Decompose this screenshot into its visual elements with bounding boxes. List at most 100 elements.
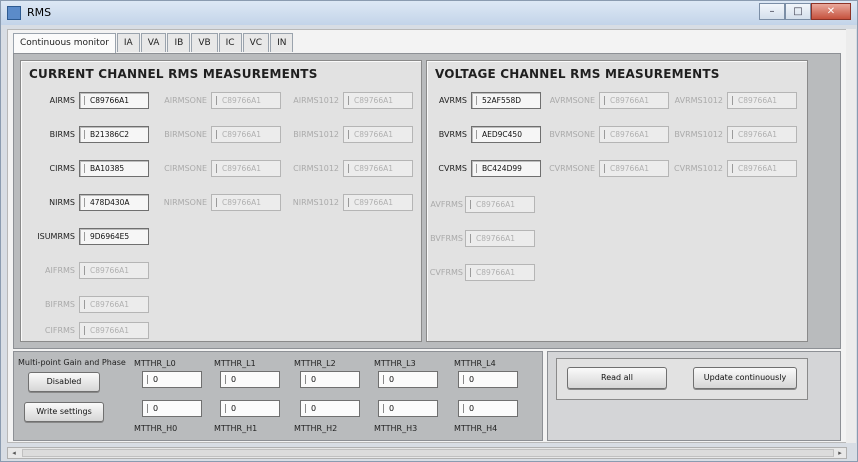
bvrms1012-field: C89766A1 bbox=[727, 126, 797, 143]
mtthr-l3-label: MTTHR_L3 bbox=[374, 359, 416, 368]
cvrms1012-label: CVRMS1012 bbox=[674, 164, 723, 173]
birms1012-field: C89766A1 bbox=[343, 126, 413, 143]
voltage-channel-panel: VOLTAGE CHANNEL RMS MEASUREMENTS AVRMS 5… bbox=[426, 60, 808, 342]
cvrmsone-field: C89766A1 bbox=[599, 160, 669, 177]
cvfrms-label: CVFRMS bbox=[429, 268, 463, 277]
mtthr-h3-field[interactable]: 0 bbox=[378, 400, 438, 417]
cvrms-label: CVRMS bbox=[438, 164, 467, 173]
cirms-label: CIRMS bbox=[49, 164, 75, 173]
mtthr-l1-field[interactable]: 0 bbox=[220, 371, 280, 388]
gain-phase-panel: Multi-point Gain and Phase Disabled Writ… bbox=[13, 351, 543, 441]
mtthr-l4-label: MTTHR_L4 bbox=[454, 359, 496, 368]
title-bar[interactable]: RMS – □ ✕ bbox=[1, 1, 857, 25]
mtthr-h3-label: MTTHR_H3 bbox=[374, 424, 418, 433]
bvrmsone-field: C89766A1 bbox=[599, 126, 669, 143]
bvfrms-field: C89766A1 bbox=[465, 230, 535, 247]
cirms1012-label: CIRMS1012 bbox=[293, 164, 339, 173]
airms-field[interactable]: C89766A1 bbox=[79, 92, 149, 109]
update-continuously-button[interactable]: Update continuously bbox=[693, 367, 797, 389]
minimize-icon[interactable]: – bbox=[759, 3, 785, 20]
birms1012-label: BIRMS1012 bbox=[293, 130, 339, 139]
aifrms-field: C89766A1 bbox=[79, 262, 149, 279]
scroll-right-icon[interactable]: ▸ bbox=[834, 448, 846, 458]
close-icon[interactable]: ✕ bbox=[811, 3, 851, 20]
nirms1012-field: C89766A1 bbox=[343, 194, 413, 211]
tab-va[interactable]: VA bbox=[140, 33, 167, 52]
cvrms-field[interactable]: BC424D99 bbox=[471, 160, 541, 177]
app-icon bbox=[7, 6, 21, 20]
birmsone-label: BIRMSONE bbox=[164, 130, 207, 139]
app-window: RMS – □ ✕ Continuous monitor IA VA IB VB… bbox=[0, 0, 858, 462]
avrmsone-label: AVRMSONE bbox=[549, 96, 595, 105]
gain-phase-title: Multi-point Gain and Phase bbox=[18, 358, 126, 367]
horizontal-scrollbar[interactable]: ◂ ▸ bbox=[7, 447, 847, 459]
mtthr-l1-label: MTTHR_L1 bbox=[214, 359, 256, 368]
bvrms1012-label: BVRMS1012 bbox=[674, 130, 723, 139]
mtthr-l0-label: MTTHR_L0 bbox=[134, 359, 176, 368]
tab-in[interactable]: IN bbox=[270, 33, 294, 52]
avrms1012-field: C89766A1 bbox=[727, 92, 797, 109]
scroll-left-icon[interactable]: ◂ bbox=[8, 448, 20, 458]
birms-field[interactable]: B21386C2 bbox=[79, 126, 149, 143]
birms-label: BIRMS bbox=[49, 130, 75, 139]
avfrms-field: C89766A1 bbox=[465, 196, 535, 213]
mtthr-h2-field[interactable]: 0 bbox=[300, 400, 360, 417]
nirmsone-field: C89766A1 bbox=[211, 194, 281, 211]
birmsone-field: C89766A1 bbox=[211, 126, 281, 143]
avfrms-label: AVFRMS bbox=[430, 200, 463, 209]
bvrms-field[interactable]: AED9C450 bbox=[471, 126, 541, 143]
cvrmsone-label: CVRMSONE bbox=[549, 164, 595, 173]
airms-label: AIRMS bbox=[49, 96, 75, 105]
bifrms-label: BIFRMS bbox=[45, 300, 75, 309]
nirms-field[interactable]: 478D430A bbox=[79, 194, 149, 211]
bvrmsone-label: BVRMSONE bbox=[549, 130, 595, 139]
tab-vb[interactable]: VB bbox=[191, 33, 218, 52]
airmsone-label: AIRMSONE bbox=[164, 96, 207, 105]
nirmsone-label: NIRMSONE bbox=[163, 198, 207, 207]
mtthr-h1-label: MTTHR_H1 bbox=[214, 424, 258, 433]
cirmsone-field: C89766A1 bbox=[211, 160, 281, 177]
actions-inner-panel: Read all Update continuously bbox=[556, 358, 808, 400]
mtthr-h2-label: MTTHR_H2 bbox=[294, 424, 338, 433]
mtthr-h0-field[interactable]: 0 bbox=[142, 400, 202, 417]
mtthr-l0-field[interactable]: 0 bbox=[142, 371, 202, 388]
mtthr-l2-field[interactable]: 0 bbox=[300, 371, 360, 388]
scroll-thumb[interactable] bbox=[22, 449, 834, 457]
avrms-label: AVRMS bbox=[439, 96, 467, 105]
nirms-label: NIRMS bbox=[49, 198, 75, 207]
airmsone-field: C89766A1 bbox=[211, 92, 281, 109]
bifrms-field: C89766A1 bbox=[79, 296, 149, 313]
current-panel-title: CURRENT CHANNEL RMS MEASUREMENTS bbox=[29, 67, 318, 81]
cifrms-field: C89766A1 bbox=[79, 322, 149, 339]
mtthr-l4-field[interactable]: 0 bbox=[458, 371, 518, 388]
mtthr-h4-field[interactable]: 0 bbox=[458, 400, 518, 417]
read-all-button[interactable]: Read all bbox=[567, 367, 667, 389]
vertical-scrollbar[interactable] bbox=[846, 29, 856, 443]
tab-content: CURRENT CHANNEL RMS MEASUREMENTS AIRMS C… bbox=[13, 53, 841, 349]
cvfrms-field: C89766A1 bbox=[465, 264, 535, 281]
avrms1012-label: AVRMS1012 bbox=[674, 96, 723, 105]
maximize-icon[interactable]: □ bbox=[785, 3, 811, 20]
avrms-field[interactable]: 52AF558D bbox=[471, 92, 541, 109]
mtthr-h4-label: MTTHR_H4 bbox=[454, 424, 498, 433]
window-title: RMS bbox=[27, 6, 52, 19]
tab-ib[interactable]: IB bbox=[167, 33, 191, 52]
window-controls: – □ ✕ bbox=[759, 3, 851, 21]
tab-continuous-monitor[interactable]: Continuous monitor bbox=[13, 33, 116, 54]
tab-vc[interactable]: VC bbox=[242, 33, 270, 52]
isumrms-field[interactable]: 9D6964E5 bbox=[79, 228, 149, 245]
bvrms-label: BVRMS bbox=[438, 130, 467, 139]
cvrms1012-field: C89766A1 bbox=[727, 160, 797, 177]
disabled-button[interactable]: Disabled bbox=[28, 372, 100, 392]
avrmsone-field: C89766A1 bbox=[599, 92, 669, 109]
tab-ic[interactable]: IC bbox=[218, 33, 242, 52]
cirms-field[interactable]: BA10385 bbox=[79, 160, 149, 177]
mtthr-h0-label: MTTHR_H0 bbox=[134, 424, 178, 433]
mtthr-l3-field[interactable]: 0 bbox=[378, 371, 438, 388]
voltage-panel-title: VOLTAGE CHANNEL RMS MEASUREMENTS bbox=[435, 67, 720, 81]
write-settings-button[interactable]: Write settings bbox=[24, 402, 104, 422]
mtthr-h1-field[interactable]: 0 bbox=[220, 400, 280, 417]
current-channel-panel: CURRENT CHANNEL RMS MEASUREMENTS AIRMS C… bbox=[20, 60, 422, 342]
tab-ia[interactable]: IA bbox=[116, 33, 140, 52]
cirms1012-field: C89766A1 bbox=[343, 160, 413, 177]
